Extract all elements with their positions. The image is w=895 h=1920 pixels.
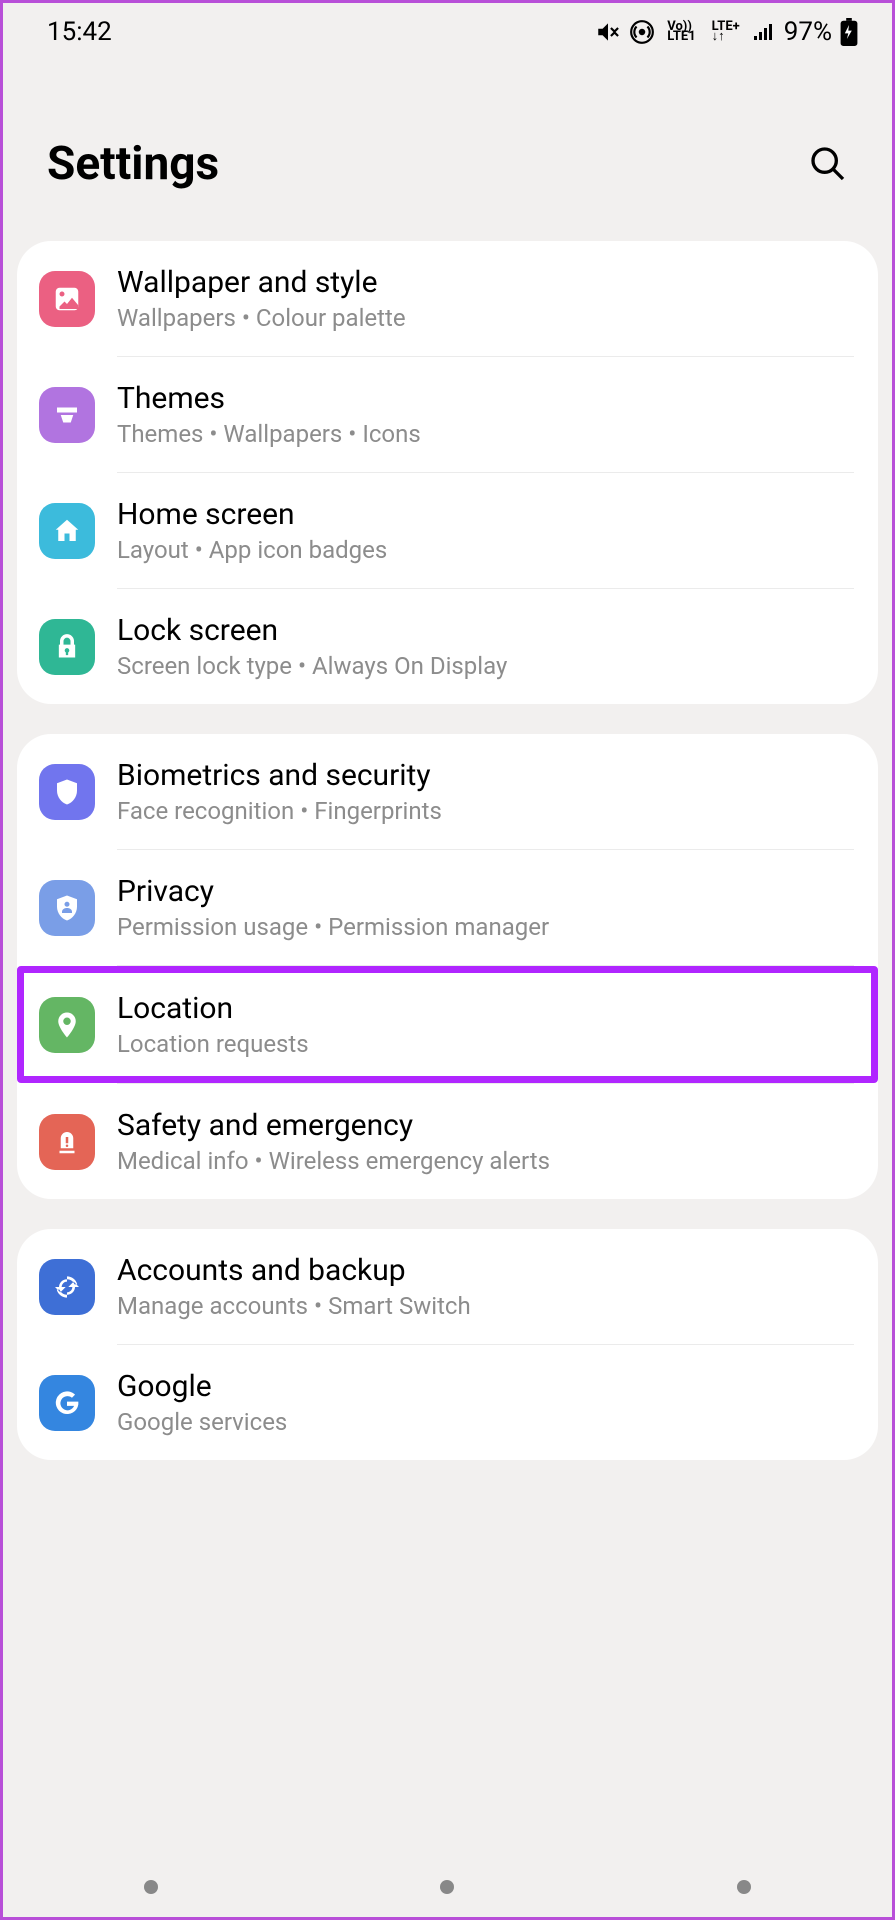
settings-row-lock-screen[interactable]: Lock screen Screen lock type • Always On…: [17, 589, 878, 704]
settings-row-accounts[interactable]: Accounts and backup Manage accounts • Sm…: [17, 1229, 878, 1344]
row-subtitle: Face recognition • Fingerprints: [117, 797, 854, 825]
row-text: Lock screen Screen lock type • Always On…: [117, 613, 854, 680]
image-icon: [39, 271, 95, 327]
row-text: Themes Themes • Wallpapers • Icons: [117, 381, 854, 448]
battery-icon: [840, 18, 858, 46]
siren-icon: [39, 1114, 95, 1170]
settings-group: Wallpaper and style Wallpapers • Colour …: [17, 241, 878, 704]
settings-row-home-screen[interactable]: Home screen Layout • App icon badges: [17, 473, 878, 588]
header: Settings: [3, 57, 892, 241]
row-text: Location Location requests: [117, 991, 854, 1058]
row-subtitle: Themes • Wallpapers • Icons: [117, 420, 854, 448]
row-subtitle: Manage accounts • Smart Switch: [117, 1292, 854, 1320]
row-text: Home screen Layout • App icon badges: [117, 497, 854, 564]
settings-group: Accounts and backup Manage accounts • Sm…: [17, 1229, 878, 1460]
row-text: Accounts and backup Manage accounts • Sm…: [117, 1253, 854, 1320]
row-title: Home screen: [117, 497, 854, 532]
row-title: Privacy: [117, 874, 854, 909]
row-text: Google Google services: [117, 1369, 854, 1436]
settings-row-privacy[interactable]: Privacy Permission usage • Permission ma…: [17, 850, 878, 965]
brush-icon: [39, 387, 95, 443]
row-title: Google: [117, 1369, 854, 1404]
row-subtitle: Location requests: [117, 1030, 854, 1058]
row-subtitle: Permission usage • Permission manager: [117, 913, 854, 941]
hotspot-icon: [629, 19, 655, 45]
row-title: Accounts and backup: [117, 1253, 854, 1288]
row-subtitle: Google services: [117, 1408, 854, 1436]
shield-dot-icon: [39, 880, 95, 936]
row-title: Wallpaper and style: [117, 265, 854, 300]
settings-content: Wallpaper and style Wallpapers • Colour …: [3, 241, 892, 1460]
row-text: Privacy Permission usage • Permission ma…: [117, 874, 854, 941]
settings-row-google[interactable]: Google Google services: [17, 1345, 878, 1460]
google-icon: [39, 1375, 95, 1431]
settings-row-wallpaper[interactable]: Wallpaper and style Wallpapers • Colour …: [17, 241, 878, 356]
search-icon[interactable]: [808, 144, 848, 184]
nav-recent[interactable]: [144, 1880, 158, 1894]
status-time: 15:42: [47, 17, 112, 47]
row-text: Wallpaper and style Wallpapers • Colour …: [117, 265, 854, 332]
row-subtitle: Layout • App icon badges: [117, 536, 854, 564]
row-title: Location: [117, 991, 854, 1026]
battery-percent: 97%: [784, 17, 832, 47]
pin-icon: [39, 997, 95, 1053]
lock-icon: [39, 619, 95, 675]
settings-row-safety[interactable]: Safety and emergency Medical info • Wire…: [17, 1084, 878, 1199]
home-icon: [39, 503, 95, 559]
signal-icon: [752, 20, 776, 44]
nav-back[interactable]: [737, 1880, 751, 1894]
settings-row-biometrics[interactable]: Biometrics and security Face recognition…: [17, 734, 878, 849]
row-text: Biometrics and security Face recognition…: [117, 758, 854, 825]
row-title: Themes: [117, 381, 854, 416]
row-subtitle: Medical info • Wireless emergency alerts: [117, 1147, 854, 1175]
row-title: Biometrics and security: [117, 758, 854, 793]
settings-row-themes[interactable]: Themes Themes • Wallpapers • Icons: [17, 357, 878, 472]
page-title: Settings: [47, 137, 219, 191]
nav-home[interactable]: [440, 1880, 454, 1894]
mute-icon: [595, 19, 621, 45]
sync-icon: [39, 1259, 95, 1315]
row-subtitle: Wallpapers • Colour palette: [117, 304, 854, 332]
status-bar: 15:42 Vo))LTE1 LTE+↓↑ 97%: [3, 3, 892, 57]
lte-indicator-2: LTE+↓↑: [712, 22, 740, 43]
settings-row-location[interactable]: Location Location requests: [17, 966, 878, 1083]
row-title: Safety and emergency: [117, 1108, 854, 1143]
row-text: Safety and emergency Medical info • Wire…: [117, 1108, 854, 1175]
nav-bar: [3, 1857, 892, 1917]
shield-icon: [39, 764, 95, 820]
row-subtitle: Screen lock type • Always On Display: [117, 652, 854, 680]
row-title: Lock screen: [117, 613, 854, 648]
lte-indicator: Vo))LTE1: [667, 22, 695, 43]
status-indicators: Vo))LTE1 LTE+↓↑ 97%: [595, 17, 858, 47]
settings-group: Biometrics and security Face recognition…: [17, 734, 878, 1199]
